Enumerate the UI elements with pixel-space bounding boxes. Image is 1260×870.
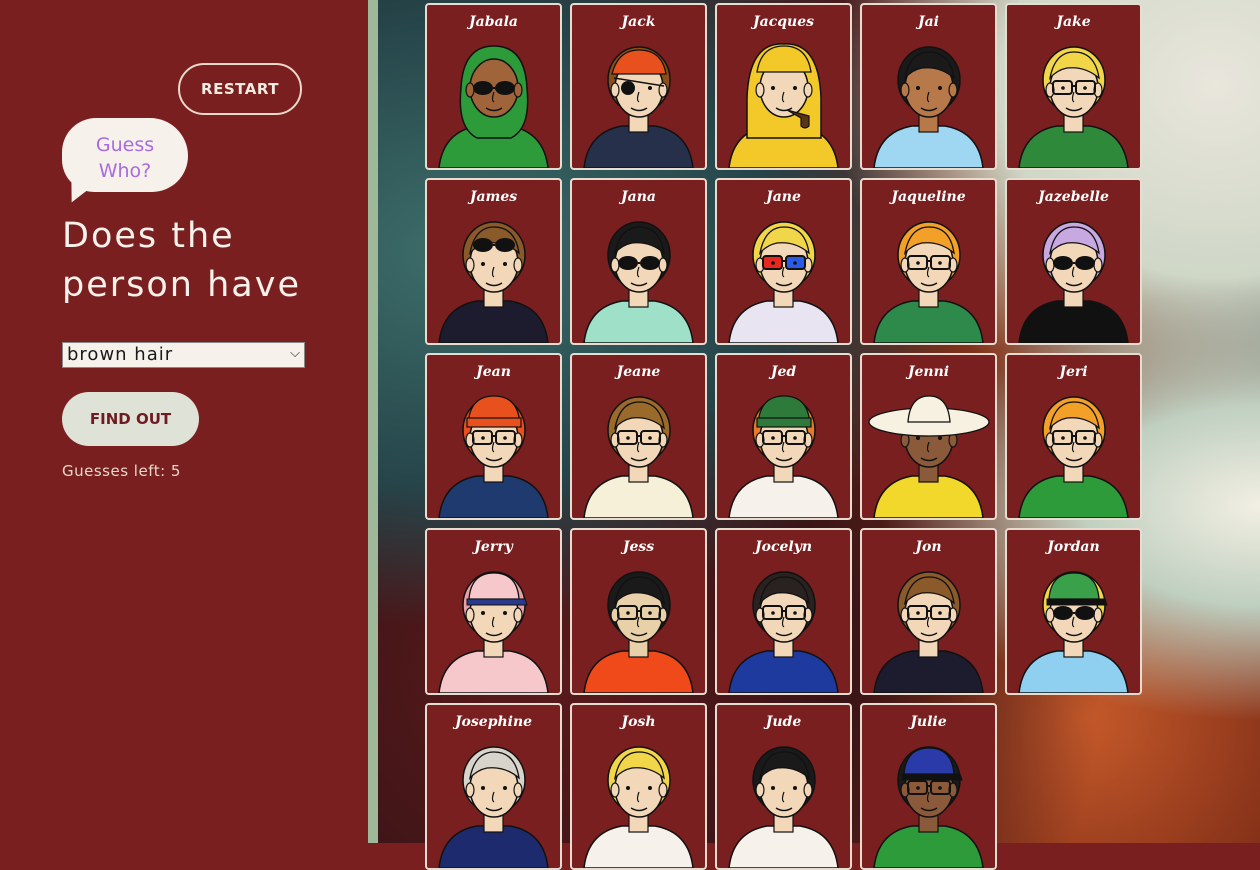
character-portrait	[583, 46, 694, 168]
character-card-james[interactable]: James	[425, 178, 562, 345]
question-text: Does the person have	[62, 216, 301, 305]
character-portrait	[583, 746, 694, 868]
character-card-jacques[interactable]: Jacques	[715, 3, 852, 170]
character-card-jed[interactable]: Jed	[715, 353, 852, 520]
chevron-down-icon: ⌵	[290, 346, 300, 361]
character-card-jordan[interactable]: Jordan	[1005, 528, 1142, 695]
character-portrait	[438, 395, 549, 518]
character-card-jake[interactable]: Jake	[1005, 3, 1142, 170]
logo-line-2: Who?	[98, 160, 152, 182]
character-portrait	[583, 396, 694, 518]
restart-button[interactable]: RESTART	[178, 63, 302, 115]
character-portrait	[728, 221, 839, 343]
game-logo: Guess Who?	[80, 132, 170, 184]
character-portrait	[438, 571, 549, 693]
feature-select-value: brown hair	[67, 344, 174, 365]
character-portrait	[728, 395, 839, 518]
character-portrait	[873, 221, 984, 343]
art-edge-stripe	[368, 0, 378, 843]
character-portrait	[873, 571, 984, 693]
character-card-jean[interactable]: Jean	[425, 353, 562, 520]
character-card-jane[interactable]: Jane	[715, 178, 852, 345]
character-card-jazebelle[interactable]: Jazebelle	[1005, 178, 1142, 345]
character-portrait	[1018, 396, 1129, 518]
character-card-jerry[interactable]: Jerry	[425, 528, 562, 695]
character-portrait	[438, 221, 549, 343]
character-card-jocelyn[interactable]: Jocelyn	[715, 528, 852, 695]
character-portrait	[868, 395, 990, 518]
character-portrait	[438, 45, 549, 168]
logo-line-1: Guess	[95, 134, 155, 156]
character-portrait	[438, 746, 549, 868]
control-panel: RESTART Guess Who? Does the person have …	[0, 0, 368, 843]
character-card-jude[interactable]: Jude	[715, 703, 852, 870]
feature-select[interactable]: brown hair ⌵	[62, 342, 305, 368]
character-card-jenni[interactable]: Jenni	[860, 353, 997, 520]
character-portrait	[728, 43, 839, 168]
character-card-jack[interactable]: Jack	[570, 3, 707, 170]
character-portrait	[583, 221, 694, 343]
character-card-jess[interactable]: Jess	[570, 528, 707, 695]
character-card-josephine[interactable]: Josephine	[425, 703, 562, 870]
character-card-julie[interactable]: Julie	[860, 703, 997, 870]
character-card-jeane[interactable]: Jeane	[570, 353, 707, 520]
character-card-jon[interactable]: Jon	[860, 528, 997, 695]
find-out-button[interactable]: FIND OUT	[62, 392, 199, 446]
character-portrait	[873, 746, 984, 868]
character-portrait	[1018, 571, 1129, 693]
guesses-left-counter: Guesses left: 5	[62, 462, 181, 480]
character-card-jabala[interactable]: Jabala	[425, 3, 562, 170]
character-card-jana[interactable]: Jana	[570, 178, 707, 345]
character-card-jai[interactable]: Jai	[860, 3, 997, 170]
character-card-jaqueline[interactable]: Jaqueline	[860, 178, 997, 345]
character-portrait	[1018, 221, 1129, 343]
character-card-josh[interactable]: Josh	[570, 703, 707, 870]
character-portrait	[728, 746, 839, 868]
character-card-jeri[interactable]: Jeri	[1005, 353, 1142, 520]
character-portrait	[873, 46, 984, 168]
character-portrait	[728, 571, 839, 693]
character-portrait	[583, 571, 694, 693]
character-portrait	[1018, 46, 1129, 168]
